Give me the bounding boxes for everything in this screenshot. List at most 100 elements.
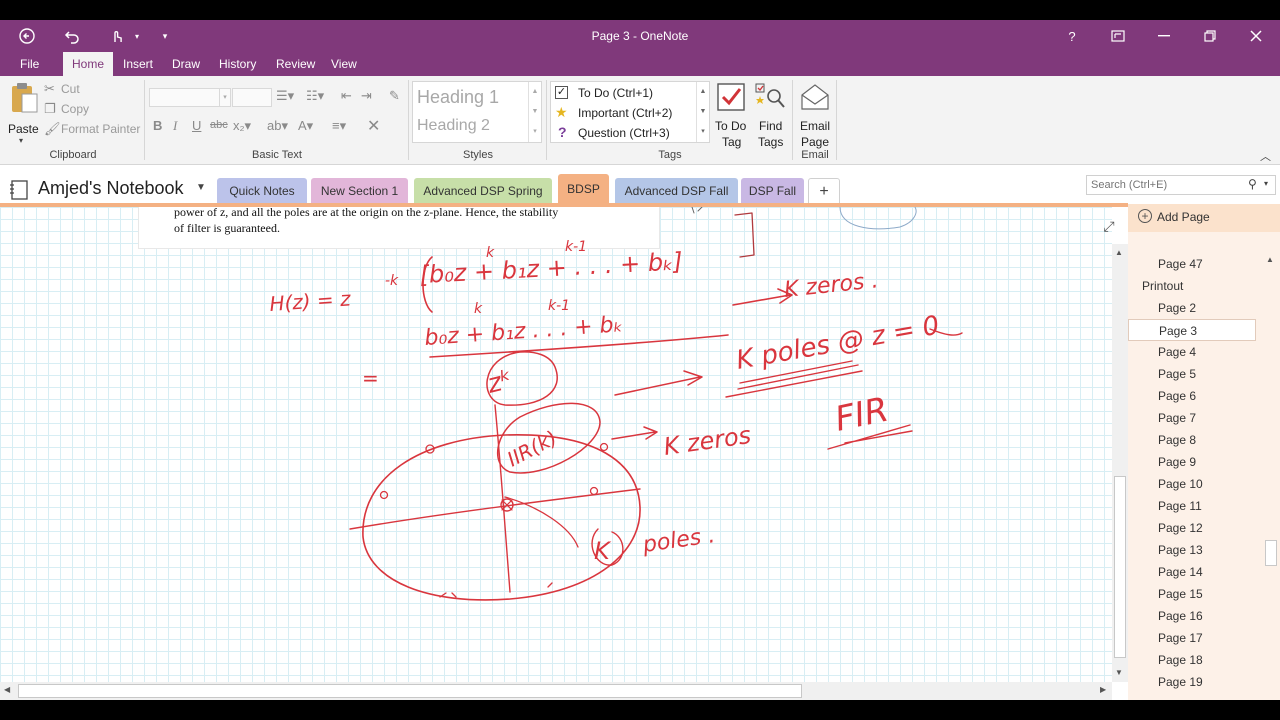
tag-item-todo[interactable]: ✓ To Do (Ctrl+1): [555, 85, 695, 103]
decrease-indent-icon[interactable]: ⇤: [341, 88, 352, 104]
strikethrough-icon[interactable]: abc: [210, 119, 228, 131]
scroll-up-icon[interactable]: ▲: [1115, 248, 1123, 257]
search-scope-dropdown-icon[interactable]: ▾: [1264, 179, 1268, 188]
page-list-item[interactable]: Page 5: [1128, 363, 1256, 385]
font-size-box[interactable]: [232, 88, 272, 107]
paste-icon: [12, 83, 38, 113]
ink-stroke: [349, 488, 641, 530]
page-scroll-thumb[interactable]: [1265, 540, 1277, 566]
increase-indent-icon[interactable]: ⇥: [361, 88, 372, 104]
page-list-item[interactable]: Page 9: [1128, 451, 1256, 473]
canvas-horizontal-scrollbar[interactable]: ◀ ▶: [0, 682, 1112, 700]
search-box[interactable]: ⚲ ▾: [1086, 175, 1276, 195]
section-tab[interactable]: Advanced DSP Fall: [615, 178, 738, 204]
tags-scrollbar[interactable]: ▲ ▼ ▾: [696, 82, 709, 142]
page-list-scrollbar[interactable]: ▲: [1262, 254, 1280, 700]
h-scroll-thumb[interactable]: [18, 684, 802, 698]
tag-item-question[interactable]: ? Question (Ctrl+3): [555, 124, 695, 143]
ink-k-zeros-2: K zeros: [662, 421, 753, 461]
page-list-item[interactable]: Page 12: [1128, 517, 1256, 539]
tab-file[interactable]: File: [12, 52, 47, 76]
close-icon[interactable]: [1236, 24, 1276, 48]
restore-icon[interactable]: [1190, 24, 1230, 48]
page-scroll-up-icon[interactable]: ▲: [1266, 255, 1274, 264]
todo-tag-button[interactable]: To Do Tag: [712, 80, 750, 150]
bullets-icon[interactable]: ☰▾: [276, 88, 294, 104]
bold-icon[interactable]: B: [153, 118, 162, 133]
style-heading-2[interactable]: Heading 2: [417, 117, 490, 135]
page-list-item[interactable]: Page 7: [1128, 407, 1256, 429]
email-page-button[interactable]: Email Page: [796, 80, 834, 150]
collapse-ribbon-icon[interactable]: ︿: [1260, 148, 1271, 164]
ribbon-separator: [836, 80, 837, 160]
section-tab[interactable]: BDSP: [558, 174, 609, 204]
page-list-item[interactable]: Page 15: [1128, 583, 1256, 605]
font-name-dropdown[interactable]: ▾: [219, 88, 231, 107]
ink-drawing[interactable]: H(z) = z -k [b₀z + b₁z + . . . + bₖ] k k…: [0, 207, 1112, 682]
help-button[interactable]: ?: [1052, 24, 1092, 48]
tab-history[interactable]: History: [211, 52, 264, 76]
page-list-item[interactable]: Page 6: [1128, 385, 1256, 407]
tab-view[interactable]: View: [323, 52, 365, 76]
search-input[interactable]: [1087, 176, 1247, 194]
ink-k-poles-k: K: [594, 537, 612, 565]
todo-tag-icon: [717, 83, 745, 111]
page-list-item[interactable]: Page 47: [1128, 253, 1256, 275]
font-name-box[interactable]: [149, 88, 229, 107]
page-list-item[interactable]: Printout: [1128, 275, 1256, 297]
scroll-left-icon[interactable]: ◀: [4, 685, 10, 694]
tab-draw[interactable]: Draw: [164, 52, 208, 76]
tab-review[interactable]: Review: [268, 52, 323, 76]
page-list-item[interactable]: Page 19: [1128, 671, 1256, 693]
scroll-thumb[interactable]: [1114, 476, 1126, 658]
tag-item-important[interactable]: ★ Important (Ctrl+2): [555, 104, 695, 123]
page-list-item[interactable]: Page 17: [1128, 627, 1256, 649]
fullscreen-icon[interactable]: [1098, 24, 1138, 48]
section-tab[interactable]: DSP Fall: [741, 178, 804, 204]
scroll-right-icon[interactable]: ▶: [1100, 685, 1106, 694]
styles-scrollbar[interactable]: ▲ ▼ ▾: [528, 82, 541, 142]
add-page-button[interactable]: + Add Page: [1128, 204, 1280, 232]
page-list-item[interactable]: Page 18: [1128, 649, 1256, 671]
search-icon[interactable]: ⚲: [1248, 177, 1257, 191]
page-list-item[interactable]: Page 8: [1128, 429, 1256, 451]
page-list-item[interactable]: Page 10: [1128, 473, 1256, 495]
font-color-icon[interactable]: A▾: [298, 118, 313, 134]
delete-icon[interactable]: ✕: [367, 116, 380, 136]
page-canvas[interactable]: power of z, and all the poles are at the…: [0, 207, 1112, 682]
tags-group-label: Tags: [658, 149, 682, 161]
tab-insert[interactable]: Insert: [115, 52, 161, 76]
page-list-item[interactable]: Page 11: [1128, 495, 1256, 517]
clear-formatting-icon[interactable]: ✎: [389, 88, 400, 104]
onenote-window: ▾ ▾ Page 3 - OneNote ? File Home Insert …: [0, 0, 1280, 720]
numbering-icon[interactable]: ☷▾: [306, 88, 324, 104]
page-list-item[interactable]: Page 4: [1128, 341, 1256, 363]
canvas-vertical-scrollbar[interactable]: ▲ ▼: [1112, 244, 1128, 682]
expand-icon[interactable]: ⤢: [1100, 217, 1118, 235]
section-tab[interactable]: Quick Notes: [217, 178, 307, 204]
section-tab[interactable]: Advanced DSP Spring: [414, 178, 552, 204]
page-list-item[interactable]: Page 16: [1128, 605, 1256, 627]
notebook-selector[interactable]: Amjed's Notebook ▼: [8, 176, 208, 202]
ribbon-separator: [792, 80, 793, 160]
highlight-icon[interactable]: ab▾: [267, 118, 288, 134]
page-list-item[interactable]: Page 13: [1128, 539, 1256, 561]
underline-icon[interactable]: U: [192, 118, 201, 133]
paste-button[interactable]: Paste ▾: [6, 82, 40, 146]
styles-gallery: Heading 1 Heading 2 ▲ ▼ ▾: [412, 81, 542, 143]
ink-stroke: [599, 442, 609, 452]
find-tags-button[interactable]: Find Tags: [752, 80, 788, 150]
subscript-icon[interactable]: x₂▾: [233, 118, 251, 134]
italic-icon[interactable]: I: [173, 118, 177, 134]
page-list-item[interactable]: Page 14: [1128, 561, 1256, 583]
ribbon-tabs: File Home Insert Draw History Review Vie…: [0, 52, 1280, 77]
scroll-down-icon[interactable]: ▼: [1115, 668, 1123, 677]
page-list-item[interactable]: Page 3: [1128, 319, 1256, 341]
add-section-button[interactable]: +: [808, 178, 840, 204]
tab-home[interactable]: Home: [63, 52, 114, 77]
align-icon[interactable]: ≡▾: [332, 118, 346, 134]
minimize-icon[interactable]: [1144, 24, 1184, 48]
style-heading-1[interactable]: Heading 1: [417, 87, 499, 108]
section-tab[interactable]: New Section 1: [311, 178, 408, 204]
page-list-item[interactable]: Page 2: [1128, 297, 1256, 319]
